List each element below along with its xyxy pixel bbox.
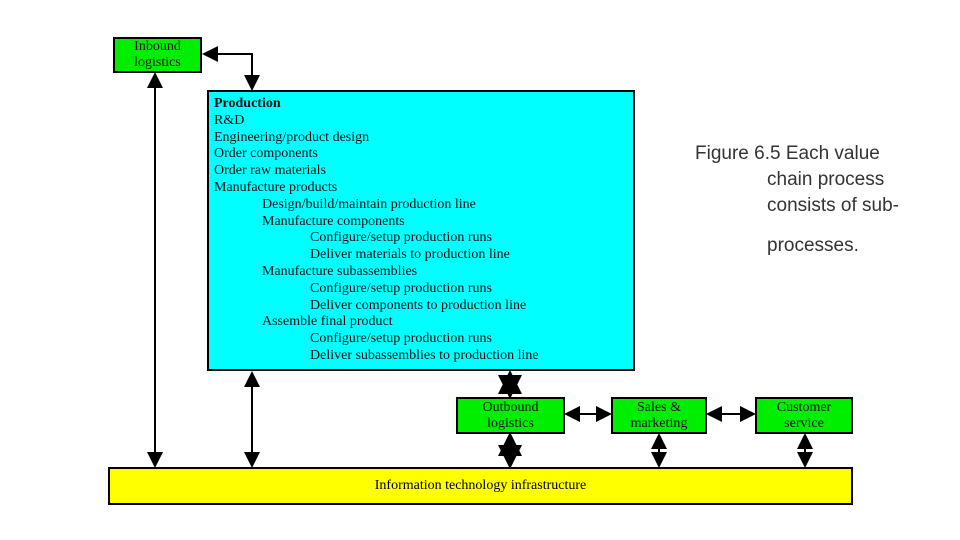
inbound-logistics-box: Inbound logistics (113, 37, 202, 73)
customer-label-2: service (784, 415, 824, 431)
arrow-inbound-production (202, 46, 260, 91)
inbound-label-2: logistics (134, 55, 181, 70)
customer-service-box: Customer service (755, 397, 853, 434)
production-subprocess: Order components (214, 146, 318, 162)
customer-label-1: Customer (776, 399, 832, 415)
production-subprocess: Configure/setup production runs (310, 331, 492, 347)
sales-label-2: marketing (630, 415, 688, 431)
sales-marketing-box: Sales & marketing (611, 397, 707, 434)
caption-line-3: consists of sub- (767, 195, 899, 216)
caption-line-1: Figure 6.5 Each value (695, 143, 880, 164)
production-subprocess: Engineering/product design (214, 129, 370, 145)
production-subprocess: Configure/setup production runs (310, 230, 492, 246)
caption-line-4: processes. (767, 235, 859, 256)
it-label: Information technology infrastructure (374, 478, 587, 493)
sales-label-1: Sales & (637, 399, 681, 415)
production-subprocess: Design/build/maintain production line (262, 196, 476, 212)
production-subprocess: Configure/setup production runs (310, 280, 492, 296)
production-subprocess: Deliver materials to production line (310, 247, 510, 263)
production-subprocess: Assemble final product (262, 314, 393, 330)
production-box: Production R&D Engineering/product design O… (207, 90, 635, 371)
inbound-label-1: Inbound (134, 39, 181, 54)
production-subprocess: Manufacture products (214, 180, 338, 195)
it-infrastructure-bar: Information technology infrastructure (108, 467, 853, 505)
production-subprocess: Deliver subassemblies to production line (310, 348, 539, 363)
production-subprocess: Deliver components to production line (310, 297, 527, 313)
production-title: Production (214, 96, 281, 111)
production-subprocess: Manufacture subassemblies (262, 264, 418, 279)
outbound-label-2: logistics (487, 415, 534, 431)
outbound-logistics-box: Outbound logistics (456, 397, 565, 434)
caption-line-2: chain process (767, 169, 885, 190)
production-subprocess: Order raw materials (214, 163, 326, 179)
outbound-label-1: Outbound (482, 399, 539, 415)
production-subprocess: R&D (214, 112, 245, 128)
production-subprocess: Manufacture components (262, 213, 405, 229)
